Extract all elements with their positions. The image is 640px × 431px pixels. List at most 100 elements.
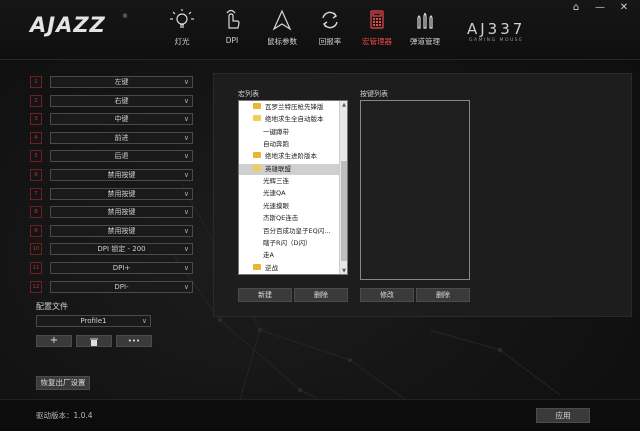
macro-item-label: 绝地求生进阶版本 xyxy=(265,152,317,161)
delete-macro-button[interactable]: 删除 xyxy=(294,288,348,302)
nav-lighting[interactable]: 灯光 xyxy=(157,8,207,52)
macro-folder[interactable]: 逆战 xyxy=(239,263,340,274)
chevron-down-icon: ∨ xyxy=(183,171,189,179)
macro-item-label: 逆战 xyxy=(265,263,278,272)
macro-item-label: 光速QA xyxy=(263,189,286,198)
home-button[interactable]: ⌂ xyxy=(566,0,586,16)
scroll-down-icon[interactable]: ▼ xyxy=(340,267,347,274)
header-bar: AJAZZ ® 灯光 DPI 鼠标参数 回报率 宏管理器 弹道管理 AJ337 … xyxy=(0,0,640,60)
chevron-down-icon: ∨ xyxy=(183,282,189,291)
nav-macro-manager[interactable]: 宏管理器 xyxy=(352,8,402,52)
macro-item-label: 自动奔跑 xyxy=(263,140,289,149)
macro-folder[interactable]: 绝地求生进阶版本 xyxy=(239,151,340,162)
key-function-select[interactable]: DPI- ∨ xyxy=(50,280,193,293)
key-function-value: 右键 xyxy=(114,96,129,105)
macro-item[interactable]: 自动奔跑 xyxy=(239,139,340,150)
macro-item[interactable]: 瞎子R闪（D闪） xyxy=(239,238,340,249)
close-icon: ✕ xyxy=(619,2,629,13)
folder-open-icon xyxy=(253,115,261,122)
registered-mark: ® xyxy=(122,13,128,20)
macro-item[interactable]: 光辉三连 xyxy=(239,176,340,187)
macro-item[interactable]: 走A xyxy=(239,250,340,261)
minimize-button[interactable]: — xyxy=(590,0,610,16)
macro-item[interactable]: 一键蹲带 xyxy=(239,127,340,138)
macro-list-title: 宏列表 xyxy=(238,90,259,98)
key-function-select[interactable]: 左键 ∨ xyxy=(50,76,193,88)
minimize-icon: — xyxy=(595,2,605,13)
key-function-select[interactable]: DPI 锁定 - 200 ∨ xyxy=(50,243,193,256)
nav-dpi[interactable]: DPI xyxy=(207,8,257,52)
cursor-arrow-icon xyxy=(272,9,292,31)
nav-dpi-label: DPI xyxy=(225,36,239,45)
nav-mouse-params[interactable]: 鼠标参数 xyxy=(257,8,307,52)
key-function-select[interactable]: 中键 ∨ xyxy=(50,113,193,126)
key-function-select[interactable]: DPI+ ∨ xyxy=(50,262,193,274)
key-function-select[interactable]: 禁用按键 ∨ xyxy=(50,206,193,219)
macro-folder[interactable]: 英雄联盟 xyxy=(239,163,340,175)
folder-icon xyxy=(253,152,261,159)
macro-item[interactable]: 光速摸眼 xyxy=(239,201,340,212)
key-function-select[interactable]: 后退 ∨ xyxy=(50,150,193,163)
macro-scrollbar[interactable]: ▲ ▼ xyxy=(339,101,347,274)
macro-folder[interactable]: 瓦罗兰特压枪先锋版 xyxy=(239,102,340,113)
chevron-down-icon: ∨ xyxy=(183,133,189,142)
nav-ballistics[interactable]: 弹道管理 xyxy=(400,8,450,52)
key-function-value: DPI+ xyxy=(112,264,131,272)
chevron-down-icon: ∨ xyxy=(183,152,189,161)
macro-item-label: 英雄联盟 xyxy=(265,164,291,173)
chevron-down-icon: ∨ xyxy=(183,264,189,272)
key-number: 11 xyxy=(30,262,42,274)
macro-item[interactable]: 百分百成功皇子EQ闪... xyxy=(239,226,340,237)
key-function-select[interactable]: 禁用按键 ∨ xyxy=(50,224,193,237)
key-function-value: 禁用按键 xyxy=(107,226,136,235)
chevron-down-icon: ∨ xyxy=(183,226,189,235)
lightbulb-icon xyxy=(170,9,194,28)
key-function-value: DPI 锁定 - 200 xyxy=(97,245,146,254)
more-options-button[interactable]: ••• xyxy=(116,335,152,347)
profile-select[interactable]: Profile1 ∨ xyxy=(36,315,151,327)
key-function-value: DPI- xyxy=(114,282,129,291)
chevron-down-icon: ∨ xyxy=(183,208,189,217)
scroll-up-icon[interactable]: ▲ xyxy=(340,101,347,109)
key-function-value: 后退 xyxy=(114,152,129,161)
macro-item[interactable]: 杰斯QE连击 xyxy=(239,213,340,224)
key-number: 10 xyxy=(30,243,42,256)
macro-item[interactable]: 光速QA xyxy=(239,188,340,199)
new-macro-button[interactable]: 新建 xyxy=(238,288,292,302)
macro-folder[interactable]: 绝地求生全自动版本 xyxy=(239,114,340,125)
nav-ballistics-label: 弹道管理 xyxy=(410,37,440,46)
key-function-value: 左键 xyxy=(114,78,129,86)
edit-key-button[interactable]: 修改 xyxy=(360,288,414,302)
delete-profile-button[interactable] xyxy=(76,335,112,347)
key-function-select[interactable]: 禁用按键 ∨ xyxy=(50,187,193,200)
key-function-select[interactable]: 右键 ∨ xyxy=(50,94,193,107)
macro-item-label: 绝地求生全自动版本 xyxy=(265,115,324,124)
close-button[interactable]: ✕ xyxy=(614,0,634,16)
nav-polling-rate[interactable]: 回报率 xyxy=(305,8,355,52)
key-number: 1 xyxy=(30,76,42,88)
nav-mouse-params-label: 鼠标参数 xyxy=(267,37,297,46)
macro-item-label: 杰斯QE连击 xyxy=(263,214,299,223)
bullets-icon xyxy=(417,12,433,29)
home-icon: ⌂ xyxy=(572,2,580,13)
macro-tree[interactable]: 瓦罗兰特压枪先锋版 绝地求生全自动版本一键蹲带自动奔跑绝地求生进阶版本 英雄联盟光辉… xyxy=(238,100,348,275)
chevron-down-icon: ∨ xyxy=(183,245,189,254)
profile-selected-value: Profile1 xyxy=(80,317,107,325)
scroll-thumb[interactable] xyxy=(341,161,347,261)
delete-key-button[interactable]: 删除 xyxy=(416,288,470,302)
key-number: 5 xyxy=(30,150,42,163)
key-action-list[interactable] xyxy=(360,100,470,280)
chevron-down-icon: ∨ xyxy=(183,115,189,124)
key-number: 3 xyxy=(30,113,42,126)
key-function-select[interactable]: 前进 ∨ xyxy=(50,131,193,144)
brand-logo: AJAZZ xyxy=(30,13,106,37)
hand-pointer-icon xyxy=(226,9,240,29)
nav-polling-rate-label: 回报率 xyxy=(318,37,342,46)
macro-item-label: 走A xyxy=(263,251,274,260)
key-function-select[interactable]: 禁用按键 ∨ xyxy=(50,169,193,181)
add-profile-button[interactable]: + xyxy=(36,335,72,347)
macro-item-label: 瓦罗兰特压枪先锋版 xyxy=(265,103,324,111)
factory-reset-button[interactable]: 恢复出厂设置 xyxy=(36,376,90,390)
apply-button[interactable]: 应用 xyxy=(536,408,590,423)
key-function-value: 禁用按键 xyxy=(107,208,136,217)
